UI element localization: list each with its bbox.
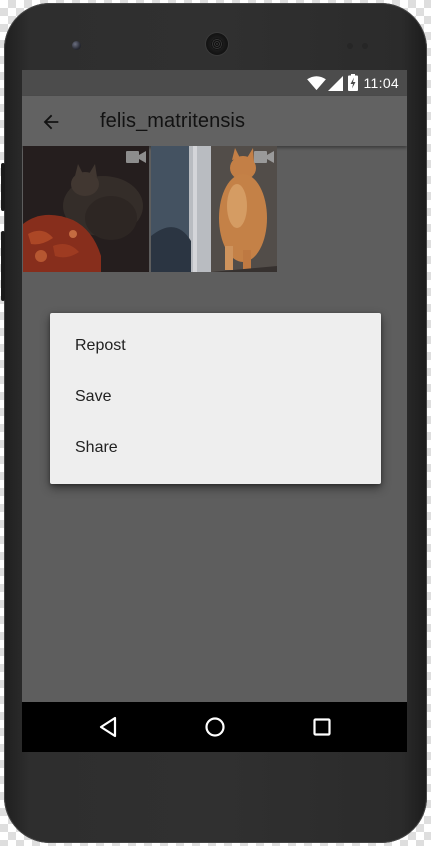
power-button — [1, 163, 5, 211]
menu-item-share[interactable]: Share — [50, 424, 381, 475]
app-bar: felis_matritensis — [22, 96, 407, 146]
menu-item-label: Save — [75, 388, 112, 405]
volume-button — [1, 231, 5, 301]
status-time: 11:04 — [363, 75, 399, 91]
status-bar: 11:04 — [22, 70, 407, 96]
context-menu-dialog: Repost Save Share — [50, 313, 381, 484]
arrow-back-icon[interactable] — [40, 111, 62, 133]
proximity-sensor — [347, 43, 353, 49]
cat-photo-thumbnail — [23, 146, 149, 272]
back-triangle-icon[interactable] — [97, 715, 121, 739]
page-title: felis_matritensis — [100, 110, 246, 132]
gallery-item[interactable] — [151, 146, 277, 272]
navigation-bar — [22, 702, 407, 752]
videocam-icon — [254, 151, 274, 163]
earpiece-speaker — [206, 33, 228, 55]
cat-photo-thumbnail — [151, 146, 277, 272]
light-sensor — [362, 43, 368, 49]
gallery-item[interactable] — [23, 146, 149, 272]
menu-item-save[interactable]: Save — [50, 373, 381, 424]
menu-item-repost[interactable]: Repost — [50, 322, 381, 373]
wifi-icon — [307, 76, 326, 91]
signal-icon — [328, 76, 343, 91]
recents-square-icon[interactable] — [310, 715, 334, 739]
videocam-icon — [126, 151, 146, 163]
home-circle-icon[interactable] — [203, 715, 227, 739]
front-camera — [72, 41, 81, 50]
menu-item-label: Share — [75, 439, 118, 456]
menu-item-label: Repost — [75, 337, 126, 354]
battery-charging-icon — [348, 74, 358, 91]
phone-screen: 11:04 felis_matritensis Repost Save Shar… — [22, 70, 407, 702]
